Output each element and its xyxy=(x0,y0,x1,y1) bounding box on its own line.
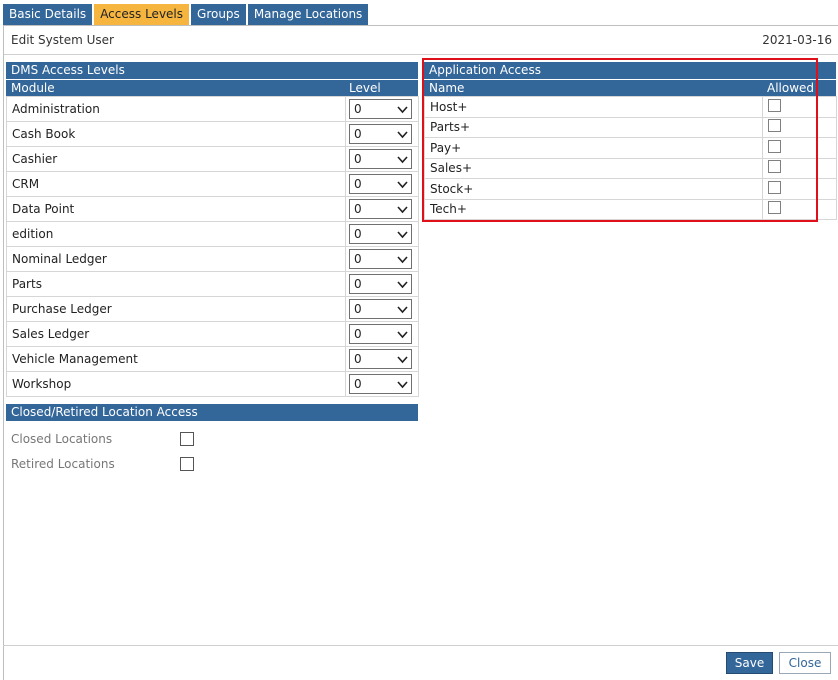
chevron-down-icon xyxy=(397,231,408,239)
closed-panel-title: Closed/Retired Location Access xyxy=(6,404,418,421)
module-name: Administration xyxy=(6,96,346,122)
dms-row: Workshop 0 xyxy=(6,371,419,397)
level-value: 0 xyxy=(354,127,362,141)
page-title: Edit System User xyxy=(11,33,114,47)
module-name: Cash Book xyxy=(6,121,346,147)
footer-divider xyxy=(3,645,838,646)
level-value: 0 xyxy=(354,202,362,216)
level-select[interactable]: 0 xyxy=(349,249,412,269)
level-select[interactable]: 0 xyxy=(349,124,412,144)
level-value: 0 xyxy=(354,277,362,291)
dms-col-level: Level xyxy=(344,80,418,96)
level-select[interactable]: 0 xyxy=(349,374,412,394)
chevron-down-icon xyxy=(397,156,408,164)
dms-row: Parts 0 xyxy=(6,271,419,297)
chevron-down-icon xyxy=(397,206,408,214)
module-name: Cashier xyxy=(6,146,346,172)
chevron-down-icon xyxy=(397,256,408,264)
highlight-box xyxy=(422,58,818,222)
module-name: Purchase Ledger xyxy=(6,296,346,322)
dms-row: Purchase Ledger 0 xyxy=(6,296,419,322)
chevron-down-icon xyxy=(397,306,408,314)
level-cell: 0 xyxy=(345,296,419,322)
dms-col-module: Module xyxy=(6,80,344,96)
level-select[interactable]: 0 xyxy=(349,224,412,244)
dms-panel-title: DMS Access Levels xyxy=(6,62,418,79)
level-select[interactable]: 0 xyxy=(349,274,412,294)
level-cell: 0 xyxy=(345,346,419,372)
level-value: 0 xyxy=(354,227,362,241)
level-cell: 0 xyxy=(345,321,419,347)
module-name: edition xyxy=(6,221,346,247)
dms-row: Cash Book 0 xyxy=(6,121,419,147)
title-row: Edit System User 2021-03-16 xyxy=(4,26,838,55)
level-cell: 0 xyxy=(345,171,419,197)
module-name: Nominal Ledger xyxy=(6,246,346,272)
tab-bar: Basic Details Access Levels Groups Manag… xyxy=(3,4,370,25)
level-select[interactable]: 0 xyxy=(349,149,412,169)
chevron-down-icon xyxy=(397,331,408,339)
level-select[interactable]: 0 xyxy=(349,199,412,219)
tab-groups[interactable]: Groups xyxy=(191,4,246,25)
dms-row: Cashier 0 xyxy=(6,146,419,172)
level-value: 0 xyxy=(354,177,362,191)
level-cell: 0 xyxy=(345,146,419,172)
level-cell: 0 xyxy=(345,96,419,122)
level-cell: 0 xyxy=(345,371,419,397)
level-value: 0 xyxy=(354,152,362,166)
closed-locations-label: Closed Locations xyxy=(11,432,113,446)
save-button[interactable]: Save xyxy=(726,652,773,674)
dms-row: edition 0 xyxy=(6,221,419,247)
chevron-down-icon xyxy=(397,181,408,189)
level-select[interactable]: 0 xyxy=(349,99,412,119)
level-value: 0 xyxy=(354,327,362,341)
module-name: Vehicle Management xyxy=(6,346,346,372)
chevron-down-icon xyxy=(397,131,408,139)
level-value: 0 xyxy=(354,352,362,366)
module-name: CRM xyxy=(6,171,346,197)
retired-locations-label: Retired Locations xyxy=(11,457,115,471)
level-value: 0 xyxy=(354,102,362,116)
dms-row: Sales Ledger 0 xyxy=(6,321,419,347)
level-select[interactable]: 0 xyxy=(349,174,412,194)
module-name: Sales Ledger xyxy=(6,321,346,347)
dms-row: Data Point 0 xyxy=(6,196,419,222)
page-date: 2021-03-16 xyxy=(762,33,832,47)
close-button[interactable]: Close xyxy=(779,652,831,674)
chevron-down-icon xyxy=(397,281,408,289)
dms-table: Administration 0 Cash Book 0 Cashier 0 CRM 0 Dat… xyxy=(6,96,419,397)
level-cell: 0 xyxy=(345,221,419,247)
tab-basic-details[interactable]: Basic Details xyxy=(3,4,93,25)
tab-access-levels[interactable]: Access Levels xyxy=(94,4,190,25)
tab-manage-locations[interactable]: Manage Locations xyxy=(247,4,369,25)
level-cell: 0 xyxy=(345,196,419,222)
retired-locations-checkbox[interactable] xyxy=(180,457,194,471)
level-value: 0 xyxy=(354,302,362,316)
chevron-down-icon xyxy=(397,356,408,364)
chevron-down-icon xyxy=(397,381,408,389)
dms-row: Administration 0 xyxy=(6,96,419,122)
chevron-down-icon xyxy=(397,106,408,114)
level-value: 0 xyxy=(354,252,362,266)
level-cell: 0 xyxy=(345,246,419,272)
dms-row: CRM 0 xyxy=(6,171,419,197)
module-name: Parts xyxy=(6,271,346,297)
level-cell: 0 xyxy=(345,121,419,147)
level-select[interactable]: 0 xyxy=(349,299,412,319)
dms-row: Vehicle Management 0 xyxy=(6,346,419,372)
dms-row: Nominal Ledger 0 xyxy=(6,246,419,272)
module-name: Workshop xyxy=(6,371,346,397)
level-select[interactable]: 0 xyxy=(349,324,412,344)
level-value: 0 xyxy=(354,377,362,391)
level-cell: 0 xyxy=(345,271,419,297)
module-name: Data Point xyxy=(6,196,346,222)
level-select[interactable]: 0 xyxy=(349,349,412,369)
closed-locations-checkbox[interactable] xyxy=(180,432,194,446)
